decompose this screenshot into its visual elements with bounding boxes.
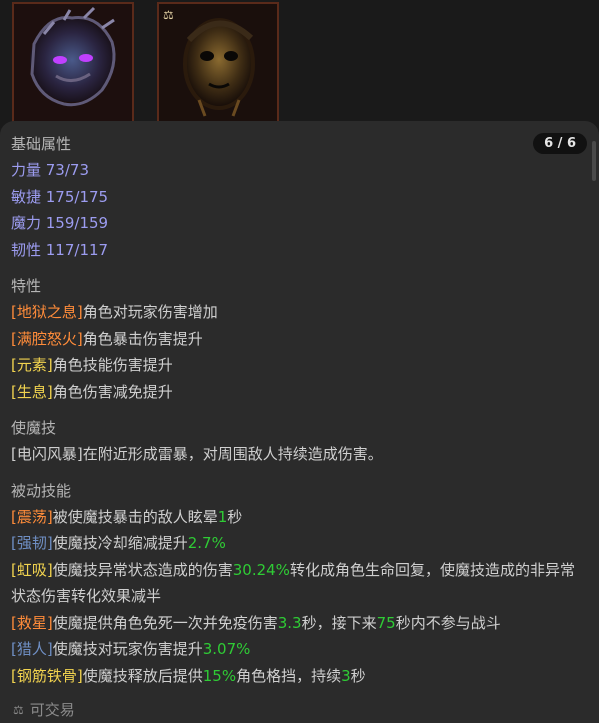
passive-number: 2.7% — [187, 534, 226, 552]
golden-mask-icon — [159, 4, 277, 122]
passive-number: 30.24% — [232, 560, 290, 579]
passive-tag: [虹吸] — [11, 560, 53, 579]
trait-text: 角色对玩家伤害增加 — [82, 303, 218, 321]
passive-text: 使魔技冷却缩减提升 — [52, 534, 188, 552]
passive-text: 角色格挡，持续 — [236, 666, 342, 685]
passive-number: 3.07% — [202, 640, 251, 658]
passive-line: [强韧]使魔技冷却缩减提升2.7% — [11, 530, 587, 557]
section-base-attributes: 基础属性 — [11, 135, 72, 153]
section-traits: 特性 — [11, 277, 42, 295]
passive-text: 使魔技对玩家伤害提升 — [52, 640, 203, 658]
trait-line: [满腔怒火]角色暴击伤害提升 — [11, 326, 587, 353]
passive-tag: [强韧] — [11, 534, 53, 552]
passive-line: [钢筋铁骨]使魔技释放后提供15%角色格挡，持续3秒 — [11, 663, 587, 690]
dark-flower-mask-icon — [14, 4, 132, 122]
passive-text: 秒 — [350, 666, 366, 685]
trait-tag: [元素] — [11, 356, 53, 374]
passive-text: 秒内不参与战斗 — [395, 613, 501, 632]
equipped-items-strip: ⚖ — [0, 0, 599, 128]
passive-text: 秒，接下来 — [301, 613, 377, 632]
passive-text: 被使魔技暴击的敌人眩晕 — [52, 507, 218, 526]
trait-line: [元素]角色技能伤害提升 — [11, 352, 587, 379]
trait-line: [生息]角色伤害减免提升 — [11, 379, 587, 406]
section-familiar-skill: 使魔技 — [11, 419, 57, 437]
stat-line: 敏捷 175/175 — [11, 187, 109, 206]
trait-text: 角色暴击伤害提升 — [82, 329, 203, 348]
passive-number: 75 — [376, 613, 396, 632]
passive-tag: [钢筋铁骨] — [11, 666, 83, 685]
tradeable-footer: ⚖ 可交易 — [13, 699, 75, 720]
passive-number: 3 — [341, 666, 351, 685]
passive-text: 秒 — [227, 507, 243, 526]
trait-tag: [地狱之息] — [11, 303, 83, 321]
page-counter: 6 / 6 — [533, 133, 587, 154]
passive-text: 使魔技异常状态造成的伤害 — [52, 560, 233, 579]
trait-tag: [生息] — [11, 382, 53, 401]
passive-line: [震荡]被使魔技暴击的敌人眩晕1秒 — [11, 504, 587, 531]
passive-tag: [救星] — [11, 613, 53, 632]
passive-line: [猎人]使魔技对玩家伤害提升3.07% — [11, 636, 587, 663]
passive-number: 3.3 — [277, 613, 302, 632]
stat-line: 魔力 159/159 — [11, 214, 109, 232]
trade-icon: ⚖ — [13, 702, 24, 717]
section-passive-skills: 被动技能 — [11, 481, 72, 500]
passive-line: [虹吸]使魔技异常状态造成的伤害30.24%转化成角色生命回复，使魔技造成的非异… — [11, 557, 581, 610]
skill-desc: [电闪风暴]在附近形成雷暴，对周围敌人持续造成伤害。 — [11, 445, 383, 463]
passive-tag: [猎人] — [11, 640, 53, 658]
passive-text: 使魔技释放后提供 — [82, 666, 203, 685]
trait-line: [地狱之息]角色对玩家伤害增加 — [11, 299, 587, 326]
stat-line: 韧性 117/117 — [11, 240, 109, 259]
scale-icon: ⚖ — [163, 8, 174, 22]
passive-tag: [震荡] — [11, 507, 53, 526]
trait-text: 角色伤害减免提升 — [52, 382, 173, 401]
item-slot-2[interactable]: ⚖ — [157, 2, 279, 124]
passive-number: 15% — [202, 666, 237, 685]
passive-line: [救星]使魔提供角色免死一次并免疫伤害3.3秒，接下来75秒内不参与战斗 — [11, 610, 587, 637]
item-tooltip: 6 / 6 基础属性 力量 73/73 敏捷 175/175 魔力 159/15… — [0, 121, 599, 723]
tradeable-label: 可交易 — [29, 701, 75, 719]
scrollbar[interactable] — [592, 141, 596, 181]
trait-tag: [满腔怒火] — [11, 329, 83, 348]
stat-line: 力量 73/73 — [11, 161, 89, 179]
item-slot-1[interactable] — [12, 2, 134, 124]
trait-text: 角色技能伤害提升 — [52, 356, 173, 374]
passive-text: 使魔提供角色免死一次并免疫伤害 — [52, 613, 278, 632]
passive-number: 1 — [217, 507, 228, 526]
